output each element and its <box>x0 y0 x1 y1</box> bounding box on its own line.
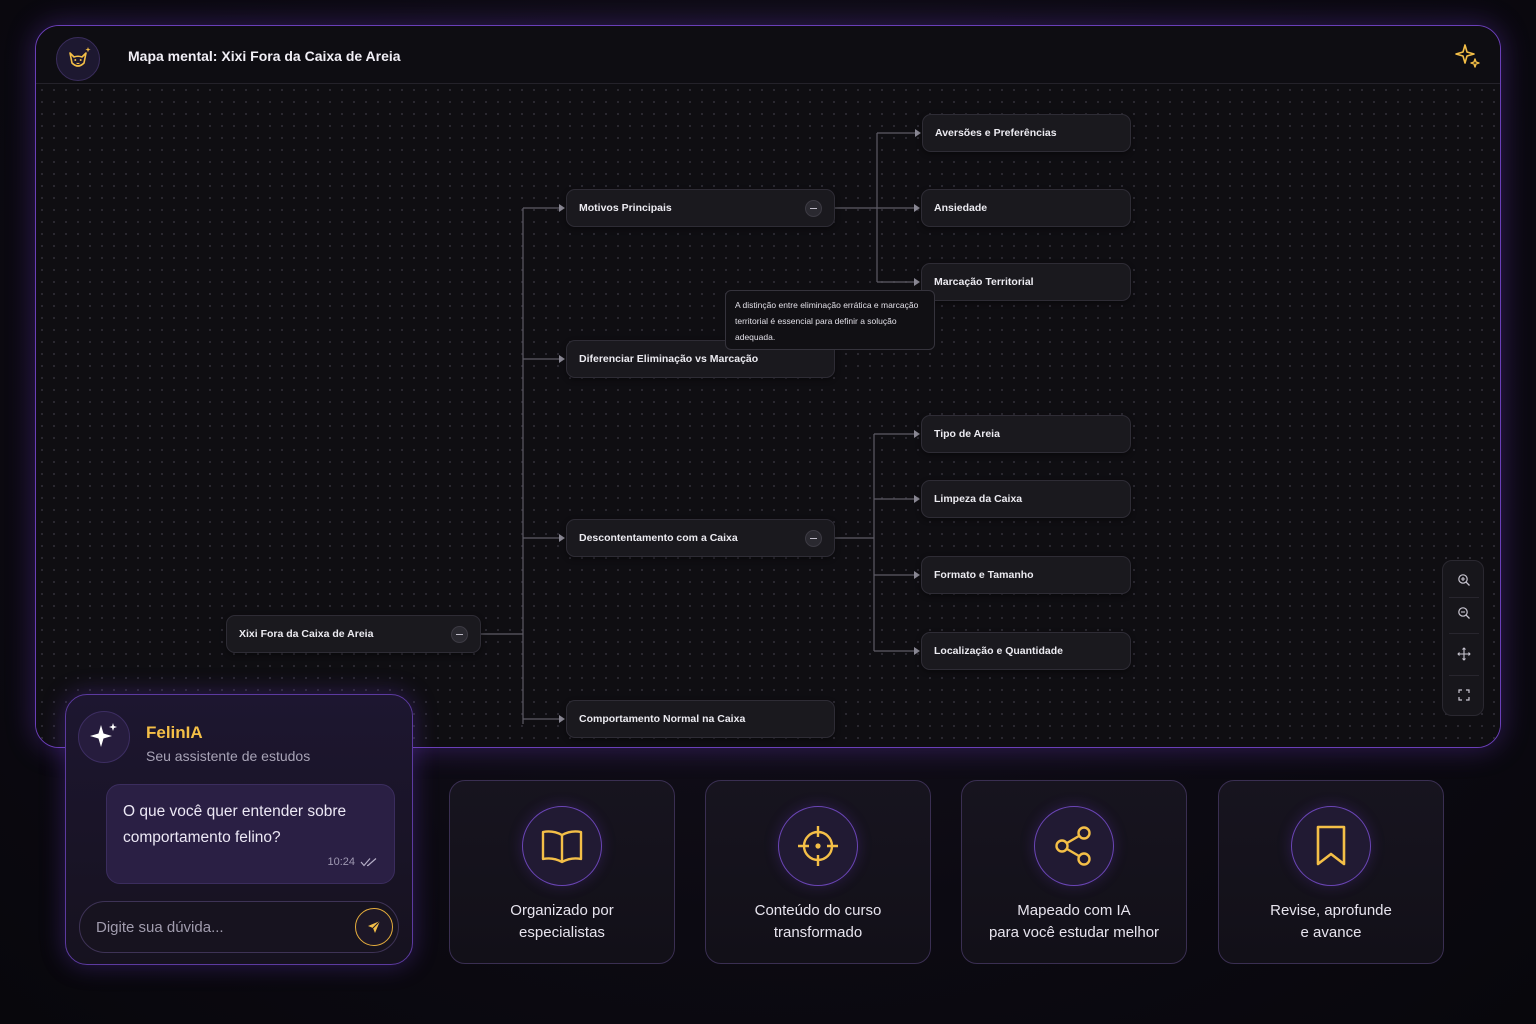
center-view-icon[interactable] <box>1454 644 1474 664</box>
chat-message-bubble: O que você quer entender sobre comportam… <box>106 784 395 884</box>
zoom-out-icon[interactable] <box>1454 603 1474 623</box>
divider <box>1449 597 1479 598</box>
feature-card-review: Revise, aprofunde e avance <box>1218 780 1444 964</box>
page-title: Mapa mental: Xixi Fora da Caixa de Areia <box>128 48 401 64</box>
node-label: Limpeza da Caixa <box>934 493 1023 505</box>
node-label: Xixi Fora da Caixa de Areia <box>239 628 374 640</box>
feature-label: Organizado por especialistas <box>510 902 614 941</box>
feature-label: Conteúdo do curso transformado <box>754 902 882 941</box>
mindmap-canvas[interactable]: Xixi Fora da Caixa de Areia Motivos Prin… <box>36 84 1500 747</box>
node-label: Descontentamento com a Caixa <box>579 532 738 544</box>
node-label: Diferenciar Eliminação vs Marcação <box>579 353 759 365</box>
assistant-chat-panel: FelinIA Seu assistente de estudos O que … <box>65 694 413 965</box>
collapse-icon[interactable] <box>805 530 822 547</box>
feature-card-course: Conteúdo do curso transformado <box>705 780 931 964</box>
mindmap-node-motivos[interactable]: Motivos Principais <box>566 189 835 227</box>
cat-logo-icon <box>56 37 100 81</box>
book-open-icon <box>522 806 602 886</box>
feature-card-ai: Mapeado com IA para você estudar melhor <box>961 780 1187 964</box>
mindmap-node-descontentamento[interactable]: Descontentamento com a Caixa <box>566 519 835 557</box>
feature-card-specialists: Organizado por especialistas <box>449 780 675 964</box>
assistant-subtitle: Seu assistente de estudos <box>146 748 311 764</box>
node-label: Motivos Principais <box>579 202 672 214</box>
node-label: Ansiedade <box>934 202 988 214</box>
assistant-name: FelinIA <box>146 723 203 742</box>
mindmap-node-aversoes[interactable]: Aversões e Preferências <box>922 114 1131 152</box>
message-meta: 10:24 <box>327 849 378 875</box>
mindmap-node-localizacao[interactable]: Localização e Quantidade <box>921 632 1131 670</box>
title-bar: Mapa mental: Xixi Fora da Caixa de Areia <box>36 26 1500 84</box>
message-time: 10:24 <box>327 856 355 868</box>
mindmap-node-limpeza[interactable]: Limpeza da Caixa <box>921 480 1131 518</box>
mindmap-node-marcacao[interactable]: Marcação Territorial <box>921 263 1131 301</box>
mindmap-node-formato[interactable]: Formato e Tamanho <box>921 556 1131 594</box>
sparkle-icon <box>78 711 130 763</box>
chat-message-text: O que você quer entender sobre comportam… <box>123 803 347 846</box>
send-icon <box>368 920 381 933</box>
mindmap-node-ansiedade[interactable]: Ansiedade <box>921 189 1131 227</box>
feature-label: Revise, aprofunde e avance <box>1270 902 1392 941</box>
collapse-icon[interactable] <box>451 626 468 643</box>
zoom-in-icon[interactable] <box>1454 570 1474 590</box>
divider <box>1449 675 1479 676</box>
feature-label: Mapeado com IA para você estudar melhor <box>988 902 1160 941</box>
mindmap-node-comportamento[interactable]: Comportamento Normal na Caixa <box>566 700 835 738</box>
collapse-icon[interactable] <box>805 200 822 217</box>
fullscreen-icon[interactable] <box>1454 685 1474 705</box>
chat-input-box <box>79 901 399 953</box>
node-label: Marcação Territorial <box>934 276 1034 288</box>
divider <box>1449 633 1479 634</box>
mindmap-node-root[interactable]: Xixi Fora da Caixa de Areia <box>226 615 481 653</box>
node-tooltip: A distinção entre eliminação errática e … <box>725 290 935 350</box>
share-nodes-icon <box>1034 806 1114 886</box>
zoom-controls <box>1442 560 1484 716</box>
node-label: Aversões e Preferências <box>935 127 1057 139</box>
bookmark-icon <box>1291 806 1371 886</box>
node-label: Formato e Tamanho <box>934 569 1034 581</box>
node-label: Localização e Quantidade <box>934 645 1063 657</box>
question-input[interactable] <box>96 915 336 939</box>
node-label: Comportamento Normal na Caixa <box>579 713 746 725</box>
mindmap-window: Mapa mental: Xixi Fora da Caixa de Areia <box>35 25 1501 748</box>
send-button[interactable] <box>355 908 393 946</box>
sparkle-icon[interactable] <box>1454 42 1482 75</box>
mindmap-node-tipo-areia[interactable]: Tipo de Areia <box>921 415 1131 453</box>
crosshair-icon <box>778 806 858 886</box>
double-check-icon <box>360 858 377 867</box>
node-label: Tipo de Areia <box>934 428 1000 440</box>
